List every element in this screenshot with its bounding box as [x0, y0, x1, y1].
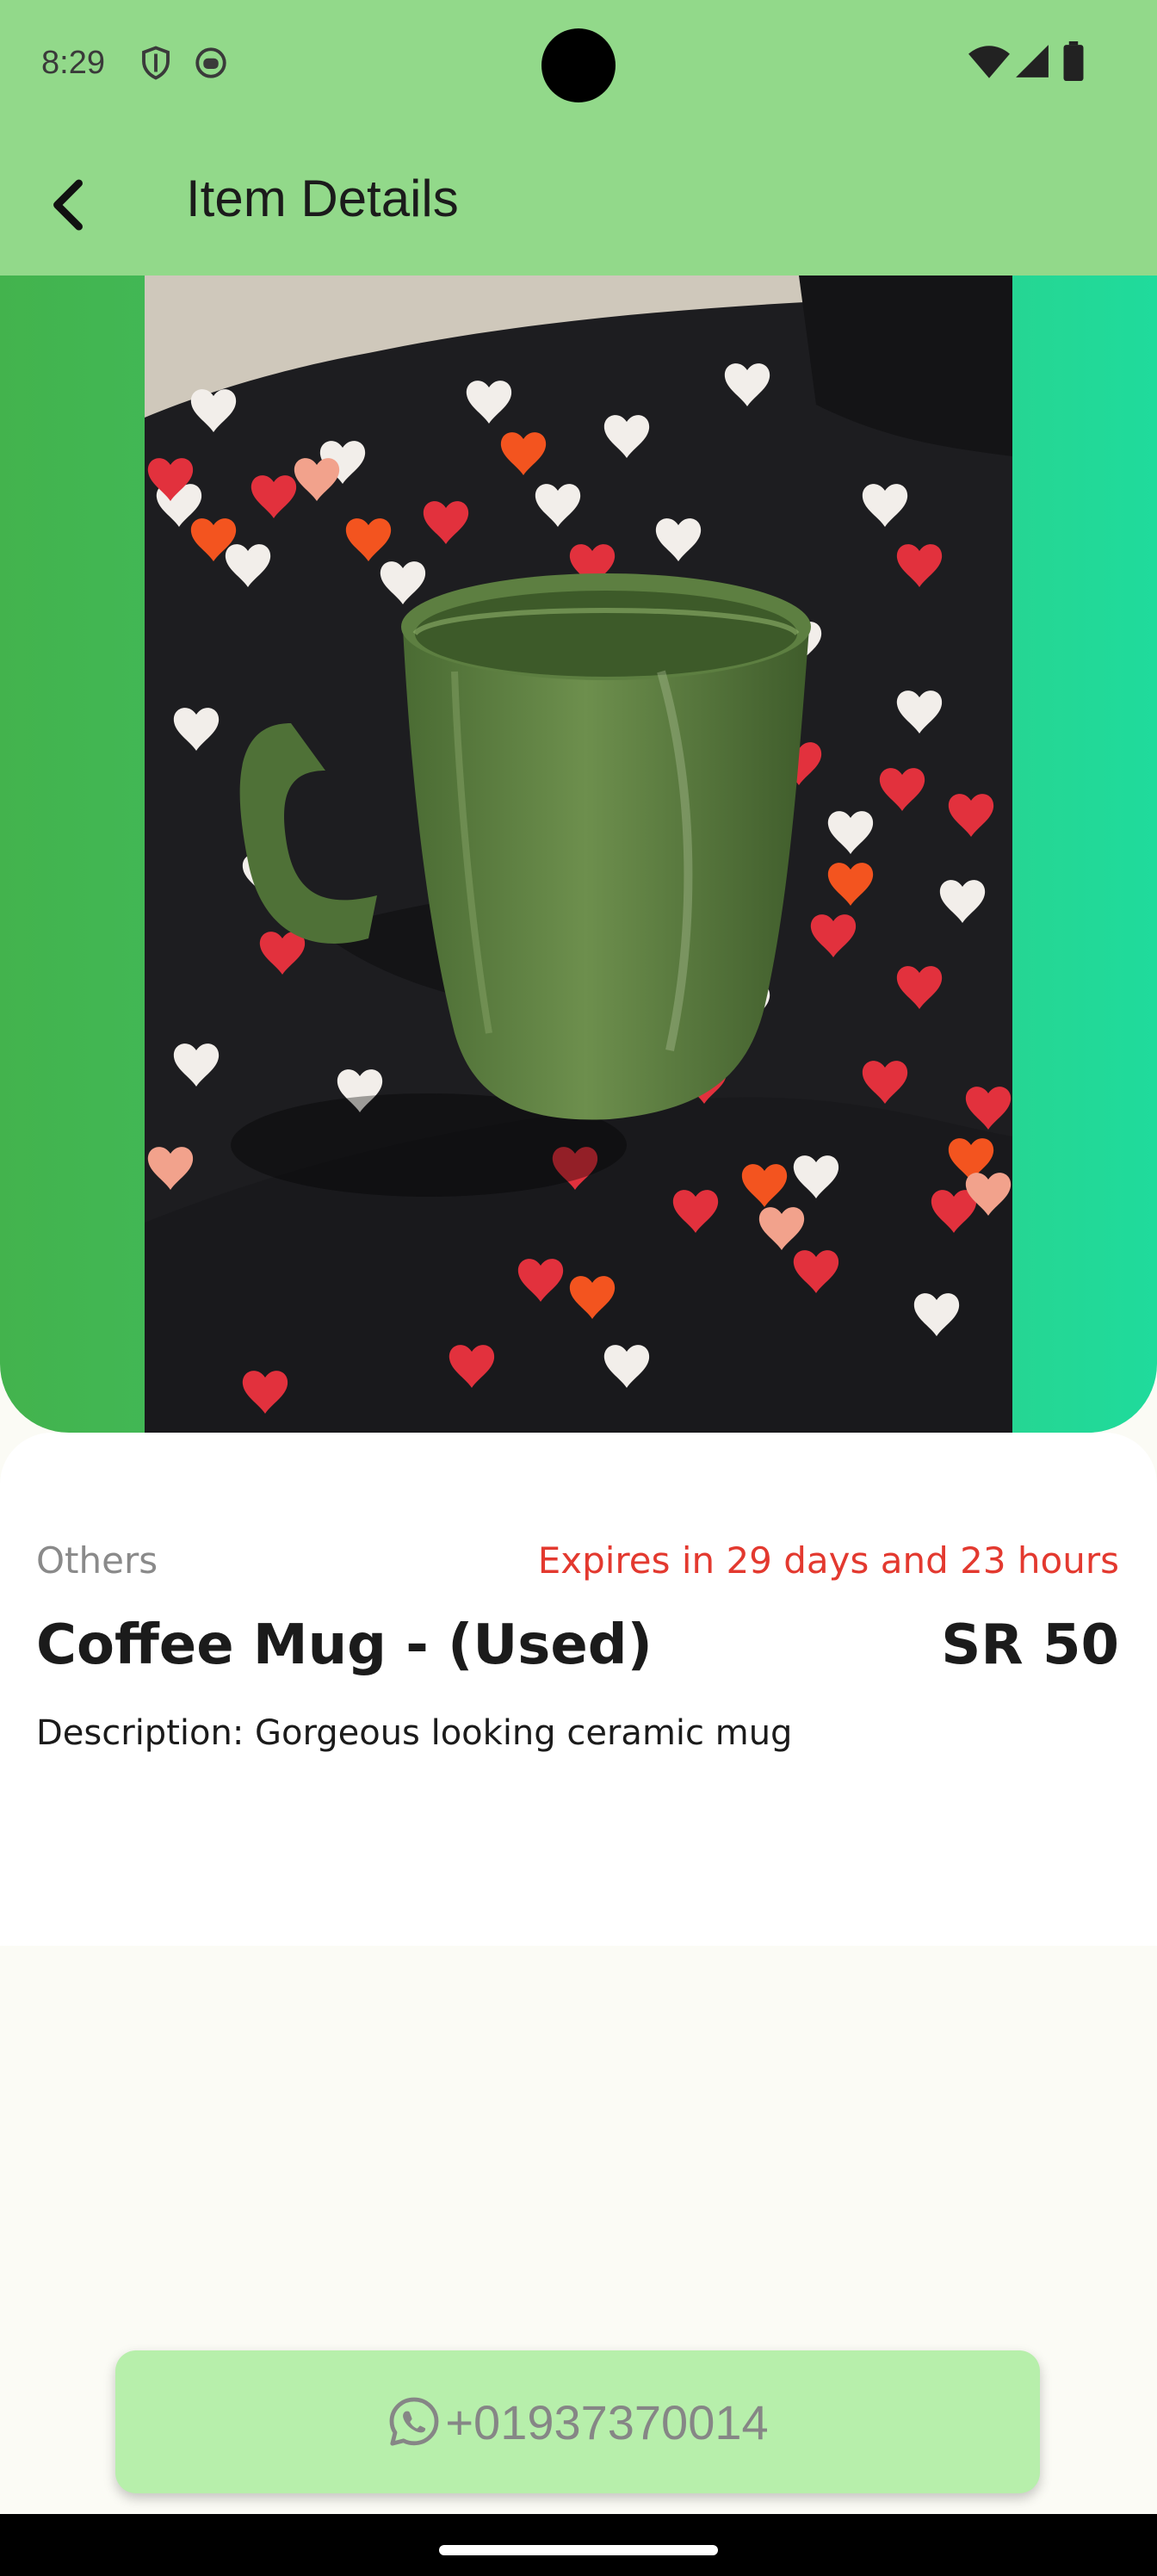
- chevron-left-icon: [53, 179, 83, 231]
- item-name: Coffee Mug - (Used): [36, 1613, 653, 1677]
- battery-icon: [1062, 41, 1085, 84]
- system-navigation-bar: [0, 2514, 1157, 2576]
- item-details-card: Others Expires in 29 days and 23 hours C…: [0, 1433, 1157, 1946]
- back-button[interactable]: [34, 170, 103, 239]
- cell-signal-icon: [1014, 43, 1050, 83]
- home-handle[interactable]: [439, 2545, 718, 2555]
- page-title: Item Details: [186, 170, 459, 227]
- item-image-carousel[interactable]: [0, 276, 1157, 1433]
- wifi-icon: [968, 43, 1011, 84]
- shield-icon: [138, 45, 174, 84]
- status-time: 8:29: [41, 45, 105, 81]
- item-description: Description: Gorgeous looking ceramic mu…: [36, 1713, 793, 1753]
- item-category: Others: [36, 1539, 158, 1582]
- app-bar: Item Details: [0, 129, 1157, 276]
- whatsapp-contact-button[interactable]: +01937370014: [115, 2350, 1040, 2493]
- whatsapp-icon: [389, 2397, 439, 2446]
- expiry-label: Expires in 29 days and 23 hours: [537, 1539, 1119, 1582]
- status-bar: 8:29: [0, 0, 1157, 129]
- item-price: SR 50: [941, 1613, 1119, 1677]
- item-photo: [145, 276, 1012, 1433]
- phone-number: +01937370014: [445, 2394, 769, 2449]
- face-mask-icon: [193, 45, 229, 84]
- camera-cutout: [541, 28, 616, 102]
